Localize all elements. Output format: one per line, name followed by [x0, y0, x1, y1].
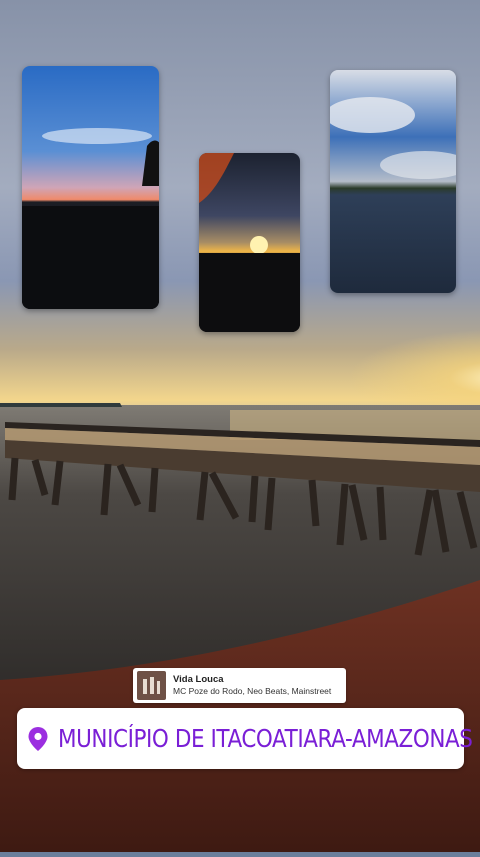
cloudy-river-photo: [330, 70, 456, 293]
song-artists: MC Poze do Rodo, Neo Beats, Mainstreet: [173, 686, 332, 697]
album-cover: [137, 671, 166, 700]
sun-over-pier-photo: [199, 153, 300, 332]
sunset-riverbank-photo: [22, 66, 159, 309]
location-pin-icon: [27, 726, 49, 752]
location-label: MUNICÍPIO DE ITACOATIARA-AMAZONAS: [58, 724, 473, 753]
music-sticker[interactable]: Vida Louca MC Poze do Rodo, Neo Beats, M…: [133, 668, 346, 703]
song-title: Vida Louca: [173, 674, 224, 686]
location-sticker[interactable]: MUNICÍPIO DE ITACOATIARA-AMAZONAS: [17, 708, 473, 769]
